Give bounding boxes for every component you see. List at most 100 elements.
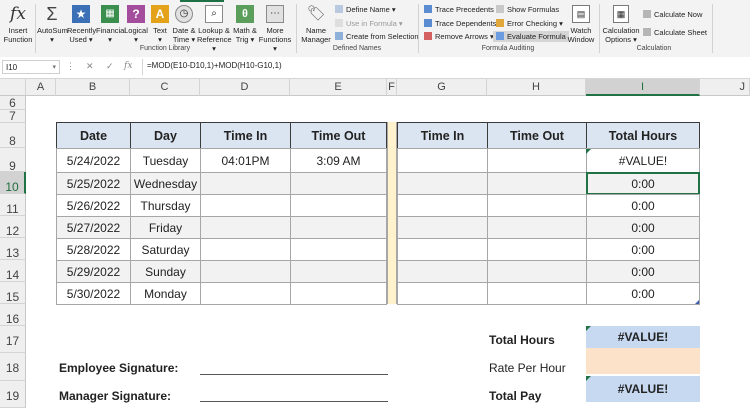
cell-day[interactable]: Saturday	[130, 238, 201, 261]
autosum-button[interactable]: Σ AutoSum ▾	[37, 5, 68, 44]
cell-time-out-2[interactable]	[487, 172, 587, 195]
column-header-h[interactable]: H	[487, 79, 586, 96]
calculate-now-button[interactable]: Calculate Now	[643, 10, 702, 19]
cell-date[interactable]: 5/25/2022	[56, 172, 131, 195]
cell-time-out-2[interactable]	[487, 260, 587, 283]
column-header-b[interactable]: B	[56, 79, 130, 96]
watch-window-button[interactable]: ▤ Watch Window	[566, 5, 596, 44]
remove-arrows-button[interactable]: Remove Arrows ▾	[424, 32, 494, 41]
logical-button[interactable]: ? Logical ▾	[124, 5, 148, 44]
row-header-7[interactable]: 7	[0, 110, 26, 123]
cell-time-in-2[interactable]	[397, 172, 488, 195]
cell-total-hours[interactable]: #VALUE!	[586, 148, 700, 173]
cell-date[interactable]: 5/24/2022	[56, 148, 131, 173]
cell-time-in[interactable]	[200, 172, 291, 195]
employee-signature-line[interactable]	[200, 374, 388, 375]
column-header-e[interactable]: E	[290, 79, 387, 96]
cell-time-out[interactable]	[290, 282, 387, 305]
cell-total-hours[interactable]: 0:00	[586, 282, 700, 305]
cell-time-in[interactable]	[200, 238, 291, 261]
column-header-d[interactable]: D	[200, 79, 290, 96]
cell-time-out-2[interactable]	[487, 148, 587, 173]
cell-time-out[interactable]	[290, 238, 387, 261]
cell-time-in[interactable]	[200, 282, 291, 305]
row-header-6[interactable]: 6	[0, 96, 26, 110]
cell-day[interactable]: Friday	[130, 216, 201, 239]
total-hours-value[interactable]: #VALUE!	[586, 326, 700, 348]
cell-time-out-2[interactable]	[487, 194, 587, 217]
recently-used-button[interactable]: ★ Recently Used ▾	[67, 5, 96, 44]
row-header-19[interactable]: 19	[0, 381, 26, 408]
cell-day[interactable]: Tuesday	[130, 148, 201, 173]
cell-time-in[interactable]	[200, 194, 291, 217]
header-time-out-1[interactable]: Time Out	[290, 122, 387, 149]
select-all-corner[interactable]	[0, 79, 26, 96]
column-header-g[interactable]: G	[397, 79, 487, 96]
column-header-i[interactable]: I	[586, 79, 700, 96]
create-from-selection-button[interactable]: Create from Selection	[335, 32, 419, 41]
cell-date[interactable]: 5/27/2022	[56, 216, 131, 239]
enter-icon[interactable]: ✓	[106, 61, 114, 72]
evaluate-formula-button[interactable]: Evaluate Formula	[493, 31, 569, 42]
error-checking-button[interactable]: Error Checking ▾	[496, 19, 563, 28]
row-header-18[interactable]: 18	[0, 353, 26, 381]
date-time-button[interactable]: ◷ Date & Time ▾	[171, 5, 197, 44]
cell-day[interactable]: Sunday	[130, 260, 201, 283]
total-pay-value[interactable]: #VALUE!	[586, 376, 700, 402]
header-date[interactable]: Date	[56, 122, 131, 149]
cell-time-out-2[interactable]	[487, 282, 587, 305]
cell-total-hours-selected[interactable]: 0:00	[586, 172, 700, 195]
cell-total-hours[interactable]: 0:00	[586, 238, 700, 261]
formula-input[interactable]: =MOD(E10-D10,1)+MOD(H10-G10,1)	[147, 61, 282, 70]
row-header-14[interactable]: 14	[0, 260, 26, 282]
header-day[interactable]: Day	[130, 122, 201, 149]
row-header-8[interactable]: 8	[0, 123, 26, 148]
cell-day[interactable]: Wednesday	[130, 172, 201, 195]
row-header-15[interactable]: 15	[0, 282, 26, 304]
cell-time-in-2[interactable]	[397, 260, 488, 283]
cell-time-in-2[interactable]	[397, 216, 488, 239]
row-header-9[interactable]: 9	[0, 148, 26, 173]
financial-button[interactable]: ▦ Financial ▾	[96, 5, 126, 44]
header-time-in-1[interactable]: Time In	[200, 122, 291, 149]
cell-time-in[interactable]	[200, 216, 291, 239]
name-manager-button[interactable]: 🏷 Name Manager	[300, 5, 332, 44]
trace-dependents-button[interactable]: Trace Dependents	[424, 19, 496, 28]
rate-per-hour-value[interactable]	[586, 348, 700, 374]
cell-date[interactable]: 5/30/2022	[56, 282, 131, 305]
cell-time-out[interactable]: 3:09 AM	[290, 148, 387, 173]
manager-signature-line[interactable]	[200, 401, 388, 402]
use-in-formula-button[interactable]: Use in Formula ▾	[335, 19, 403, 28]
header-time-out-2[interactable]: Time Out	[487, 122, 587, 149]
cell-time-in-2[interactable]	[397, 194, 488, 217]
column-header-f[interactable]: F	[387, 79, 397, 96]
text-button[interactable]: A Text ▾	[149, 5, 171, 44]
cell-date[interactable]: 5/28/2022	[56, 238, 131, 261]
insert-function-icon[interactable]: fx	[124, 61, 132, 71]
math-trig-button[interactable]: θ Math & Trig ▾	[232, 5, 258, 44]
cell-time-out[interactable]	[290, 172, 387, 195]
cell-date[interactable]: 5/26/2022	[56, 194, 131, 217]
cell-day[interactable]: Thursday	[130, 194, 201, 217]
cell-time-out-2[interactable]	[487, 216, 587, 239]
header-time-in-2[interactable]: Time In	[397, 122, 488, 149]
cell-total-hours[interactable]: 0:00	[586, 194, 700, 217]
define-name-button[interactable]: Define Name ▾	[335, 5, 396, 14]
insert-function-button[interactable]: fx Insert Function	[3, 5, 33, 44]
calculation-options-button[interactable]: ▦ Calculation Options ▾	[602, 5, 640, 44]
row-header-11[interactable]: 11	[0, 194, 26, 216]
cancel-icon[interactable]: ✕	[86, 61, 94, 72]
cell-time-out[interactable]	[290, 260, 387, 283]
cell-time-out[interactable]	[290, 216, 387, 239]
name-box[interactable]: I10 ▾	[2, 60, 60, 74]
show-formulas-button[interactable]: Show Formulas	[496, 5, 559, 14]
column-header-c[interactable]: C	[130, 79, 200, 96]
cell-total-hours[interactable]: 0:00	[586, 216, 700, 239]
cell-time-in-2[interactable]	[397, 238, 488, 261]
cell-total-hours[interactable]: 0:00	[586, 260, 700, 283]
column-header-j[interactable]: J	[700, 79, 750, 96]
calculate-sheet-button[interactable]: Calculate Sheet	[643, 28, 707, 37]
cell-time-out[interactable]	[290, 194, 387, 217]
column-header-a[interactable]: A	[26, 79, 56, 96]
cell-day[interactable]: Monday	[130, 282, 201, 305]
